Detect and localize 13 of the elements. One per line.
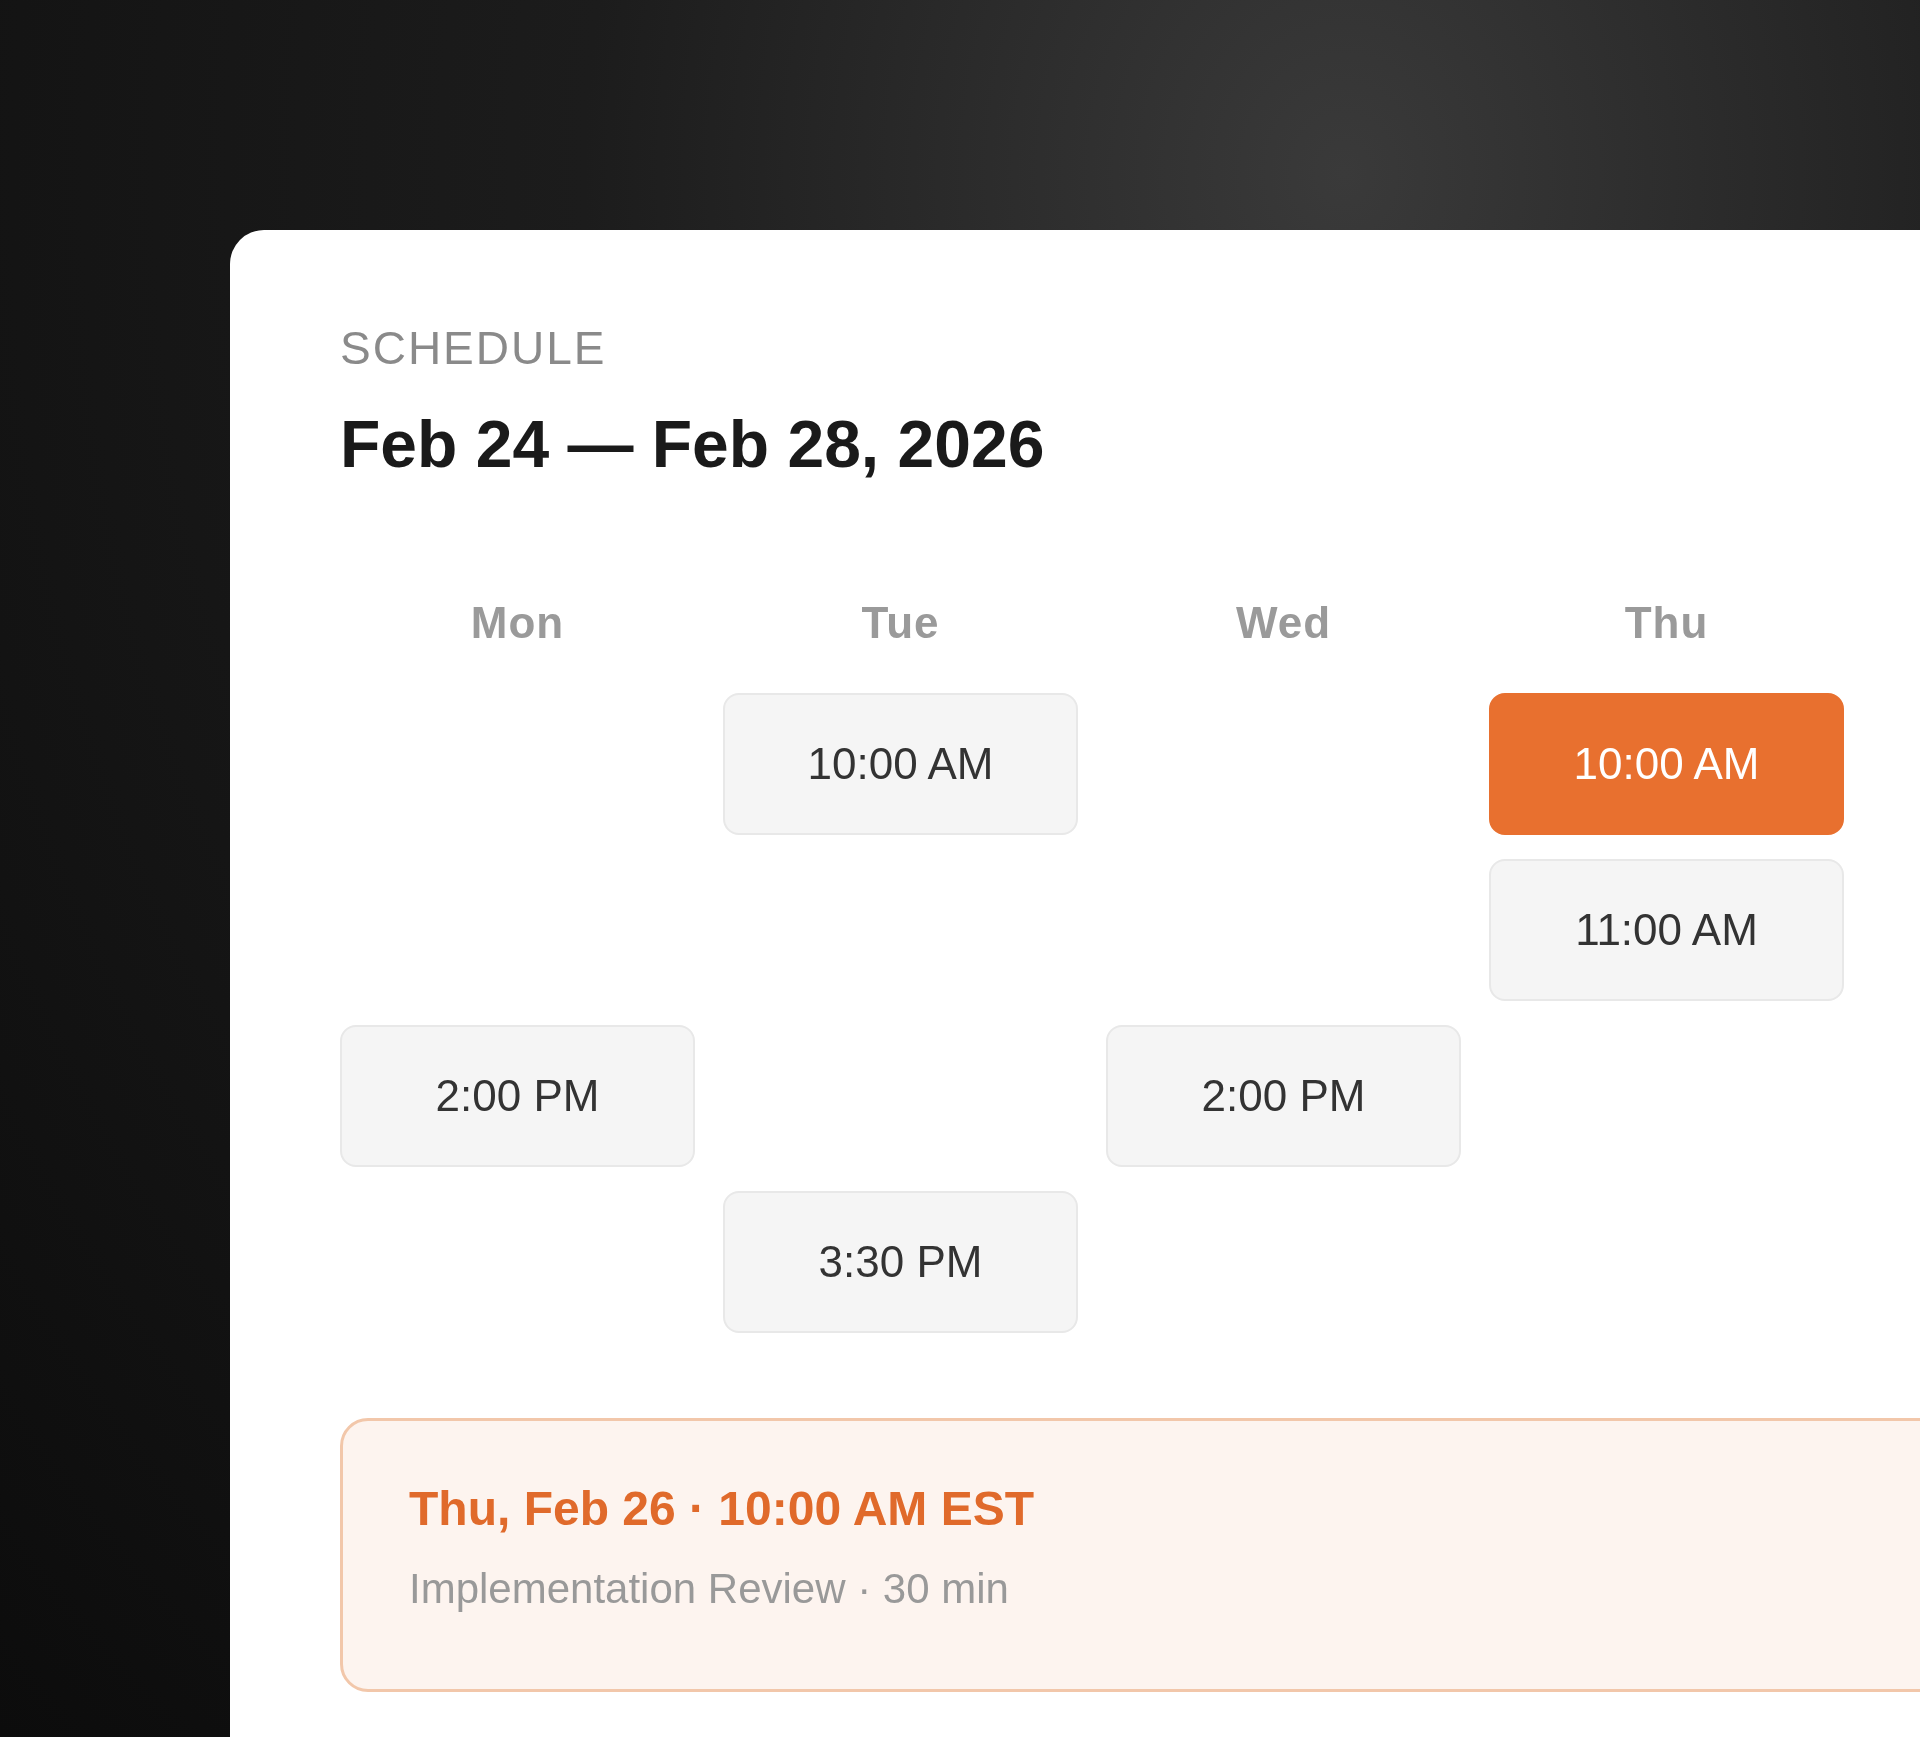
- time-slot-button[interactable]: 10:00 AM: [723, 693, 1078, 835]
- date-range-title: Feb 24 — Feb 28, 2026: [340, 406, 1046, 483]
- day-heading: Tue: [860, 598, 941, 648]
- time-slot-button[interactable]: 11:00 AM: [1489, 859, 1844, 1001]
- section-label: SCHEDULE: [340, 321, 608, 376]
- day-heading: Mon: [469, 598, 566, 648]
- day-heading: Thu: [1623, 598, 1710, 648]
- day-heading: Wed: [1234, 598, 1333, 648]
- selected-time-heading: Thu, Feb 26 · 10:00 AM EST: [409, 1481, 1035, 1537]
- time-slot-button[interactable]: 3:30 PM: [723, 1191, 1078, 1333]
- time-slot-button[interactable]: 2:00 PM: [340, 1025, 695, 1167]
- time-slot-button[interactable]: 2:00 PM: [1106, 1025, 1461, 1167]
- meeting-detail: Implementation Review · 30 min: [409, 1564, 1010, 1614]
